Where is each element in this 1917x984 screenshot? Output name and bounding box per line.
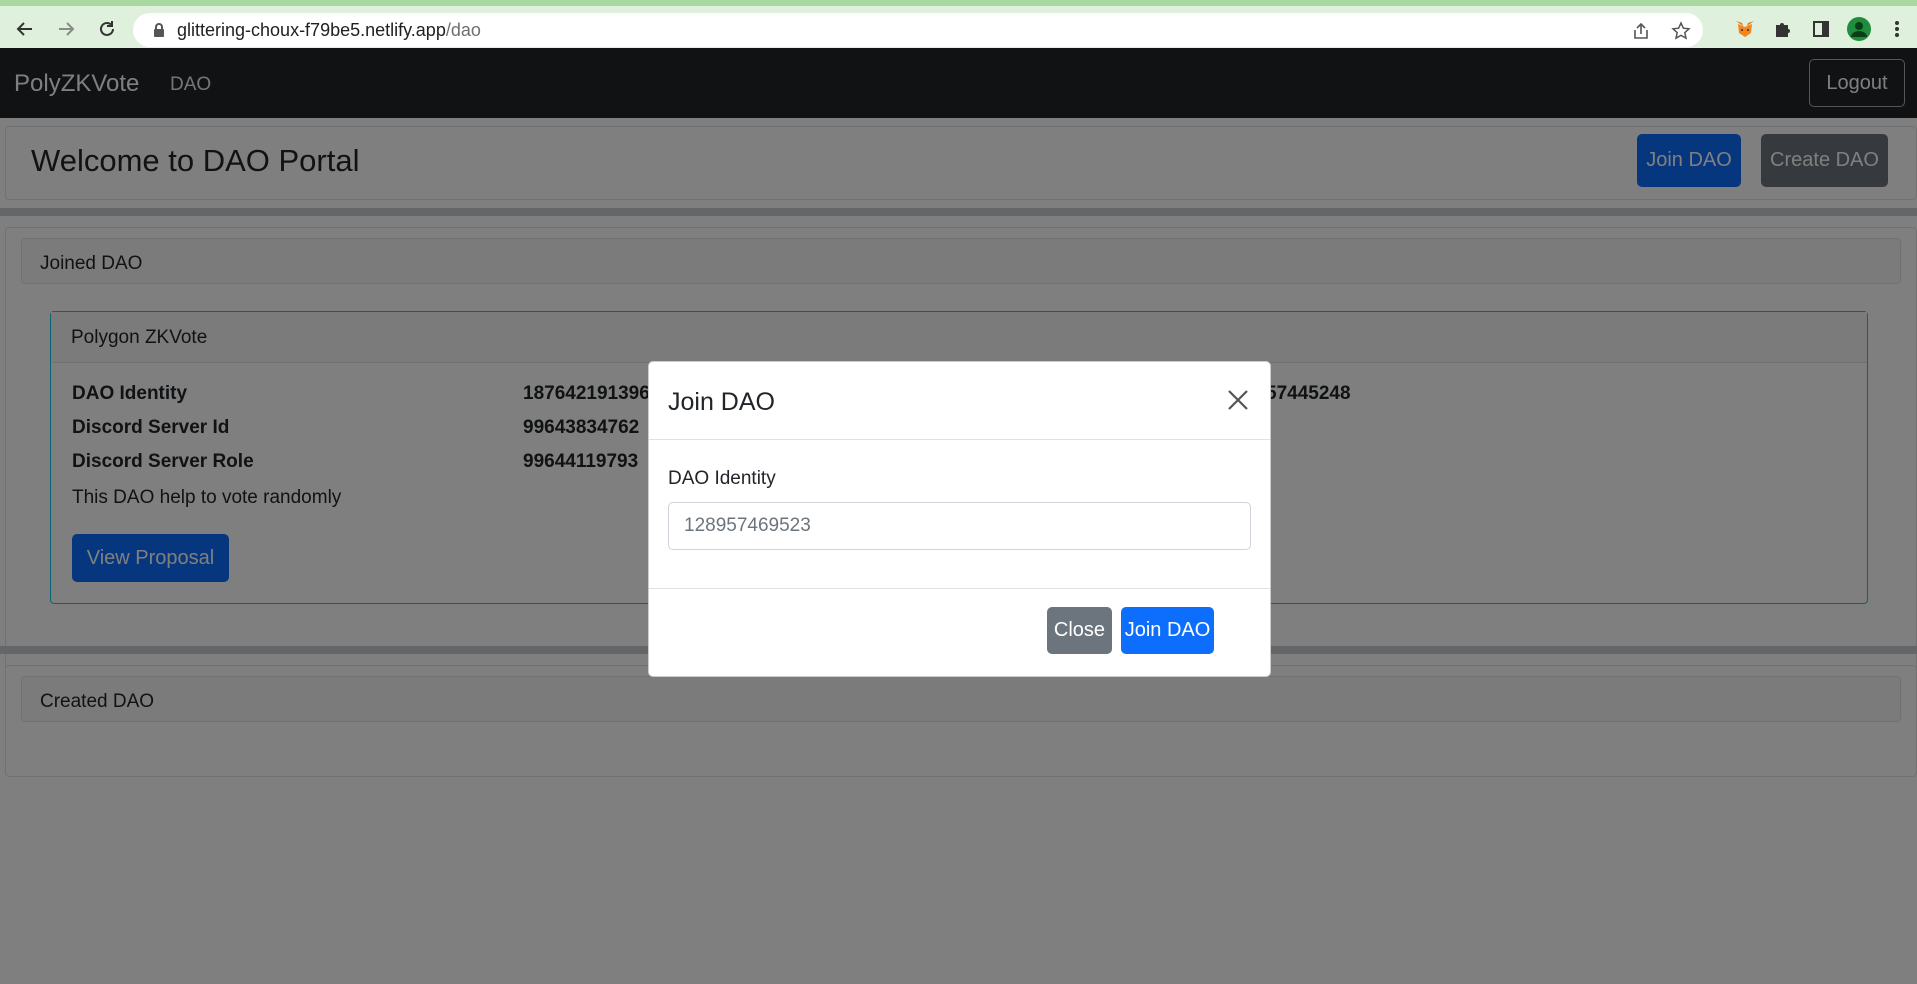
url-text: glittering-choux-f79be5.netlify.app/dao (177, 20, 481, 41)
forward-icon[interactable] (53, 16, 79, 42)
bookmark-star-icon[interactable] (1669, 19, 1693, 43)
url-host: glittering-choux-f79be5.netlify.app (177, 19, 446, 40)
dao-identity-input[interactable] (668, 502, 1251, 550)
extensions-puzzle-icon[interactable] (1771, 17, 1795, 41)
modal-body: DAO Identity (649, 440, 1270, 550)
side-panel-icon[interactable] (1809, 17, 1833, 41)
modal-close-button[interactable]: Close (1047, 607, 1112, 654)
dao-identity-field-label: DAO Identity (668, 468, 776, 489)
url-path: /dao (445, 19, 481, 40)
modal-join-dao-button[interactable]: Join DAO (1121, 607, 1214, 654)
profile-avatar-icon[interactable] (1847, 17, 1871, 41)
modal-title: Join DAO (668, 388, 775, 416)
reload-icon[interactable] (94, 16, 120, 42)
browser-toolbar: glittering-choux-f79be5.netlify.app/dao (0, 0, 1917, 48)
metamask-fox-icon[interactable] (1733, 17, 1757, 41)
address-bar[interactable]: glittering-choux-f79be5.netlify.app/dao (133, 13, 1703, 47)
lock-icon (149, 20, 169, 40)
close-icon[interactable] (1224, 386, 1252, 414)
join-dao-modal: Join DAO DAO Identity Close Join DAO (648, 361, 1271, 677)
browser-menu-icon[interactable] (1885, 17, 1909, 41)
modal-footer: Close Join DAO (649, 588, 1270, 678)
share-icon[interactable] (1629, 19, 1653, 43)
back-icon[interactable] (12, 16, 38, 42)
modal-header: Join DAO (649, 362, 1270, 440)
